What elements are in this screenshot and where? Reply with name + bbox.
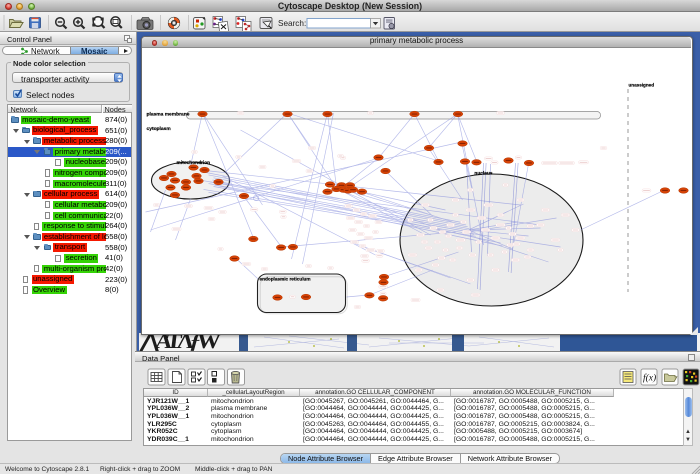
svg-text:mitochondrion: mitochondrion: [176, 160, 210, 166]
svg-text:f(x): f(x): [643, 373, 656, 384]
svg-text:Search:: Search:: [278, 18, 306, 27]
svg-text:nucleus: nucleus: [474, 171, 492, 177]
svg-text:cytoplasm: cytoplasm: [146, 126, 171, 132]
svg-text:unassigned: unassigned: [628, 83, 654, 88]
svg-text:plasma membrane: plasma membrane: [146, 112, 189, 118]
svg-text:endoplasmic reticulum: endoplasmic reticulum: [259, 277, 310, 282]
